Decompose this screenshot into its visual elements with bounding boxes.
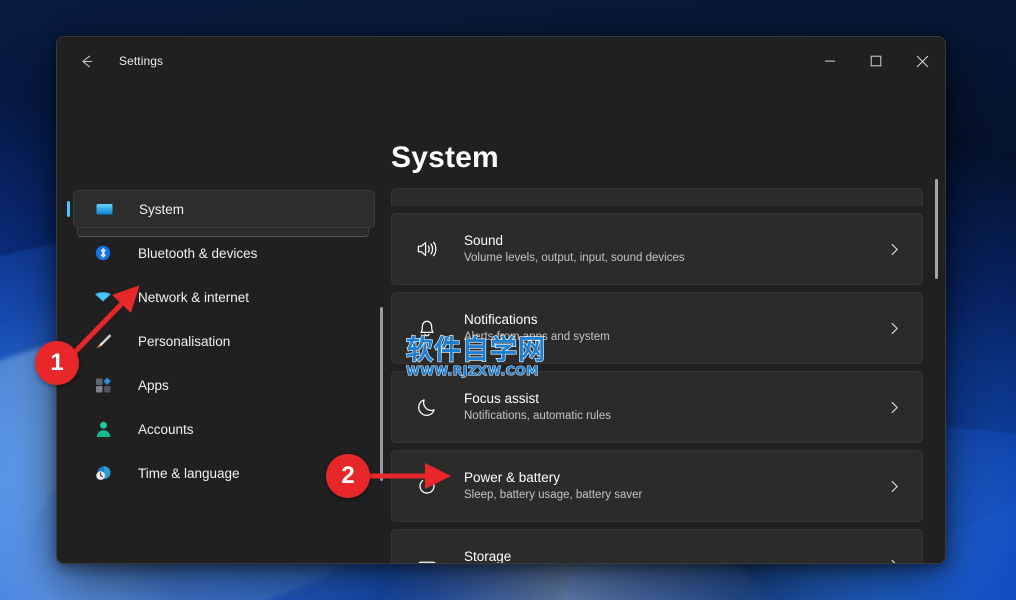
sidebar: System Bluetooth & devices bbox=[57, 85, 391, 563]
card-partial-above[interactable] bbox=[391, 188, 923, 206]
sidebar-item-system[interactable]: System bbox=[73, 190, 375, 228]
sidebar-item-time-and-language[interactable]: Time & language bbox=[73, 454, 375, 492]
card-title: Power & battery bbox=[464, 470, 561, 485]
moon-icon bbox=[412, 392, 442, 422]
card-text: Focus assist Notifications, automatic ru… bbox=[464, 390, 887, 424]
power-icon bbox=[412, 471, 442, 501]
sidebar-item-label: Accounts bbox=[138, 421, 194, 437]
desktop-background: Settings Find a setting System Bluetooth… bbox=[0, 0, 1016, 600]
maximize-button[interactable] bbox=[853, 37, 899, 85]
card-storage[interactable]: Storage Storage space, drives, configura… bbox=[391, 529, 923, 563]
settings-window: Settings Find a setting System Bluetooth… bbox=[56, 36, 946, 564]
chevron-right-icon bbox=[887, 321, 906, 336]
close-button[interactable] bbox=[899, 37, 945, 85]
sidebar-item-apps[interactable]: Apps bbox=[73, 366, 375, 404]
back-arrow-icon bbox=[81, 55, 92, 67]
card-subtitle: Sleep, battery usage, battery saver bbox=[464, 489, 643, 501]
card-notifications[interactable]: Notifications Alerts from apps and syste… bbox=[391, 292, 923, 364]
sidebar-scrollbar[interactable] bbox=[380, 307, 383, 481]
sidebar-item-label: Bluetooth & devices bbox=[138, 245, 258, 261]
chevron-right-icon bbox=[887, 400, 906, 415]
content-scrollbar[interactable] bbox=[935, 179, 938, 279]
sidebar-item-label: Network & internet bbox=[138, 289, 250, 305]
card-subtitle: Alerts from apps and system bbox=[464, 331, 610, 343]
chevron-right-icon bbox=[887, 242, 906, 257]
card-title: Notifications bbox=[464, 312, 538, 327]
bluetooth-icon bbox=[93, 243, 113, 263]
chevron-right-icon bbox=[887, 558, 906, 563]
content-area: System Sound Volume levels, output, inpu… bbox=[391, 85, 945, 563]
window-body: System Bluetooth & devices bbox=[57, 85, 945, 563]
person-icon bbox=[93, 419, 113, 439]
bell-icon bbox=[412, 313, 442, 343]
card-title: Sound bbox=[464, 233, 504, 248]
drive-icon bbox=[412, 550, 442, 563]
maximize-icon bbox=[870, 55, 882, 67]
close-icon bbox=[916, 55, 928, 67]
sidebar-item-personalisation[interactable]: Personalisation bbox=[73, 322, 375, 360]
sidebar-item-network-and-internet[interactable]: Network & internet bbox=[73, 278, 375, 316]
card-title: Focus assist bbox=[464, 391, 540, 406]
card-text: Notifications Alerts from apps and syste… bbox=[464, 311, 887, 345]
card-text: Power & battery Sleep, battery usage, ba… bbox=[464, 469, 887, 503]
sidebar-item-label: Personalisation bbox=[138, 333, 231, 349]
window-title: Settings bbox=[119, 54, 164, 68]
card-title: Storage bbox=[464, 549, 512, 563]
chevron-right-icon bbox=[887, 479, 906, 494]
page-title: System bbox=[391, 141, 499, 174]
sidebar-item-label: System bbox=[139, 201, 185, 217]
sidebar-item-label: Time & language bbox=[138, 465, 240, 481]
speaker-icon bbox=[412, 234, 442, 264]
card-sound[interactable]: Sound Volume levels, output, input, soun… bbox=[391, 213, 923, 285]
card-text: Storage Storage space, drives, configura… bbox=[464, 548, 887, 563]
window-titlebar: Settings bbox=[57, 37, 945, 85]
monitor-icon bbox=[94, 199, 114, 219]
apps-grid-icon bbox=[93, 375, 113, 395]
card-subtitle: Notifications, automatic rules bbox=[464, 410, 612, 422]
sidebar-item-accounts[interactable]: Accounts bbox=[73, 410, 375, 448]
back-button[interactable] bbox=[69, 46, 103, 76]
minimize-icon bbox=[825, 60, 835, 62]
wifi-icon bbox=[93, 287, 113, 307]
sidebar-item-label: Apps bbox=[138, 377, 169, 393]
minimize-button[interactable] bbox=[807, 37, 853, 85]
sidebar-nav-list: System Bluetooth & devices Network & int… bbox=[57, 190, 391, 563]
paintbrush-icon bbox=[93, 331, 113, 351]
clock-globe-icon bbox=[93, 463, 113, 483]
card-text: Sound Volume levels, output, input, soun… bbox=[464, 232, 887, 266]
settings-card-list: Sound Volume levels, output, input, soun… bbox=[391, 188, 923, 563]
card-subtitle: Volume levels, output, input, sound devi… bbox=[464, 252, 685, 264]
sidebar-item-bluetooth-and-devices[interactable]: Bluetooth & devices bbox=[73, 234, 375, 272]
window-controls bbox=[807, 37, 945, 85]
card-focus-assist[interactable]: Focus assist Notifications, automatic ru… bbox=[391, 371, 923, 443]
card-power-and-battery[interactable]: Power & battery Sleep, battery usage, ba… bbox=[391, 450, 923, 522]
